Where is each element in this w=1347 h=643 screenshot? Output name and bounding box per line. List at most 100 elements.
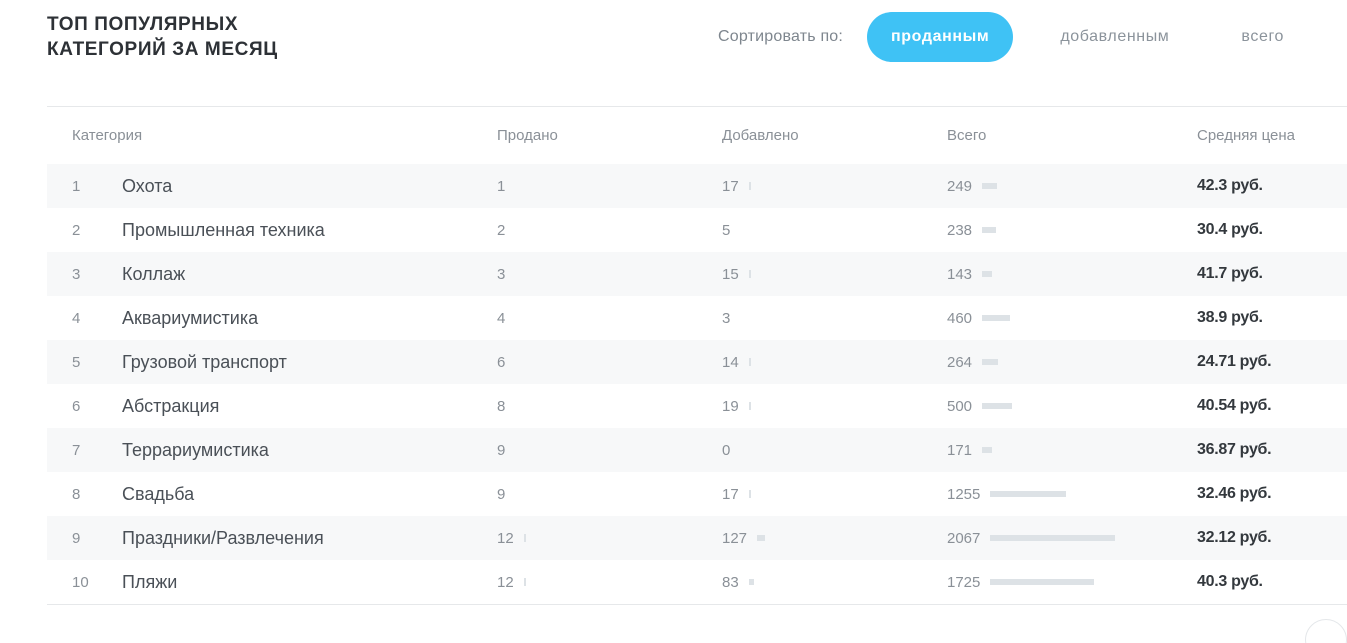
- sold-count-value: 9: [497, 441, 506, 459]
- total-count-value: 1255: [947, 485, 981, 503]
- row-rank: 1: [72, 164, 80, 208]
- added-count-value: 19: [722, 397, 739, 415]
- row-rank-value: 3: [72, 265, 81, 283]
- category-name-link[interactable]: Праздники/Развлечения: [122, 516, 324, 560]
- added-bar: [748, 270, 751, 278]
- popular-categories-page: ТОП ПОПУЛЯРНЫХ КАТЕГОРИЙ ЗА МЕСЯЦ Сортир…: [0, 0, 1347, 643]
- table-row[interactable]: 9 Праздники/Развлечения 12 127 2067 32.12 руб…: [47, 516, 1347, 560]
- added-bar: [748, 579, 754, 585]
- table-row[interactable]: 7 Террариумистика 9 0 171 36.87 руб.: [47, 428, 1347, 472]
- average-price-value: 42.3 руб.: [1197, 177, 1263, 194]
- sold-count-value: 1: [497, 177, 506, 195]
- added-count-value: 5: [722, 221, 731, 239]
- sort-by-total-button[interactable]: всего: [1217, 12, 1308, 62]
- total-count-value: 143: [947, 265, 973, 283]
- added-count: 17: [722, 164, 751, 208]
- table-row[interactable]: 5 Грузовой транспорт 6 14 264 24.71 руб.: [47, 340, 1347, 384]
- total-count: 2067: [947, 516, 1116, 560]
- category-name-link-value: Пляжи: [122, 571, 178, 592]
- total-count: 238: [947, 208, 997, 252]
- added-count-value: 127: [722, 529, 748, 547]
- total-bar: [990, 491, 1067, 497]
- table-row[interactable]: 8 Свадьба 9 17 1255 32.46 руб.: [47, 472, 1347, 516]
- total-count-value: 264: [947, 353, 973, 371]
- total-bar: [982, 359, 999, 365]
- category-name-link[interactable]: Пляжи: [122, 560, 177, 604]
- average-price: 38.9 руб.: [1197, 296, 1263, 340]
- sold-count: 6: [497, 340, 505, 384]
- sold-count: 2: [497, 208, 505, 252]
- categories-table: Категория Продано Добавлено Всего Средня…: [47, 106, 1347, 605]
- added-count: 3: [722, 296, 730, 340]
- sold-bar: [523, 578, 526, 586]
- column-header-category[interactable]: Категория: [72, 107, 142, 164]
- average-price: 24.71 руб.: [1197, 340, 1272, 384]
- category-name-link-value: Праздники/Развлечения: [122, 527, 324, 548]
- added-count-value: 83: [722, 573, 739, 591]
- category-name-link[interactable]: Свадьба: [122, 472, 194, 516]
- average-price: 36.87 руб.: [1197, 428, 1272, 472]
- category-name-link[interactable]: Промышленная техника: [122, 208, 325, 252]
- row-rank-value: 5: [72, 353, 81, 371]
- row-rank-value: 1: [72, 177, 81, 195]
- total-count-value: 2067: [947, 529, 981, 547]
- category-name-link[interactable]: Охота: [122, 164, 172, 208]
- total-count: 143: [947, 252, 993, 296]
- scroll-to-top-button[interactable]: [1305, 619, 1347, 643]
- average-price: 42.3 руб.: [1197, 164, 1263, 208]
- category-name-link-value: Абстракция: [122, 395, 220, 416]
- total-count-value: 1725: [947, 573, 981, 591]
- average-price: 32.46 руб.: [1197, 472, 1272, 516]
- table-row[interactable]: 6 Абстракция 8 19 500 40.54 руб.: [47, 384, 1347, 428]
- sort-by-sold-button[interactable]: проданным: [867, 12, 1014, 62]
- row-rank: 10: [72, 560, 89, 604]
- total-count: 460: [947, 296, 1011, 340]
- table-row[interactable]: 2 Промышленная техника 2 5 238 30.4 руб.: [47, 208, 1347, 252]
- average-price: 40.3 руб.: [1197, 560, 1263, 604]
- category-name-link[interactable]: Коллаж: [122, 252, 185, 296]
- column-header-sold[interactable]: Продано: [497, 107, 558, 164]
- total-bar: [990, 535, 1116, 541]
- row-rank: 9: [72, 516, 80, 560]
- total-count-value: 249: [947, 177, 973, 195]
- sort-by-added-button[interactable]: добавленным: [1036, 12, 1193, 62]
- column-header-added[interactable]: Добавлено: [722, 107, 799, 164]
- category-name-link[interactable]: Грузовой транспорт: [122, 340, 287, 384]
- column-header-total[interactable]: Всего: [947, 107, 986, 164]
- total-count: 500: [947, 384, 1013, 428]
- row-rank-value: 9: [72, 529, 81, 547]
- row-rank-value: 7: [72, 441, 81, 459]
- total-count-value: 460: [947, 309, 973, 327]
- table-row[interactable]: 10 Пляжи 12 83 1725 40.3 руб.: [47, 560, 1347, 604]
- column-header-average-price[interactable]: Средняя цена: [1197, 107, 1295, 164]
- average-price-value: 24.71 руб.: [1197, 353, 1272, 370]
- average-price-value: 30.4 руб.: [1197, 221, 1263, 238]
- added-count: 0: [722, 428, 730, 472]
- total-count: 249: [947, 164, 998, 208]
- added-bar: [748, 490, 751, 498]
- added-count: 17: [722, 472, 751, 516]
- sold-count-value: 2: [497, 221, 506, 239]
- sold-count: 12: [497, 516, 526, 560]
- table-row[interactable]: 3 Коллаж 3 15 143 41.7 руб.: [47, 252, 1347, 296]
- category-name-link-value: Промышленная техника: [122, 219, 325, 240]
- category-name-link[interactable]: Абстракция: [122, 384, 219, 428]
- average-price-value: 41.7 руб.: [1197, 265, 1263, 282]
- sold-count: 8: [497, 384, 505, 428]
- table-row[interactable]: 1 Охота 1 17 249 42.3 руб.: [47, 164, 1347, 208]
- row-rank: 7: [72, 428, 80, 472]
- total-count: 1255: [947, 472, 1067, 516]
- added-bar: [757, 535, 766, 541]
- total-bar: [990, 579, 1095, 585]
- page-title: ТОП ПОПУЛЯРНЫХ КАТЕГОРИЙ ЗА МЕСЯЦ: [47, 12, 278, 62]
- total-bar: [982, 403, 1013, 409]
- category-name-link-value: Грузовой транспорт: [122, 351, 287, 372]
- category-name-link[interactable]: Аквариумистика: [122, 296, 258, 340]
- category-name-link-value: Аквариумистика: [122, 307, 259, 328]
- added-count: 14: [722, 340, 751, 384]
- total-bar: [982, 271, 993, 277]
- table-row[interactable]: 4 Аквариумистика 4 3 460 38.9 руб.: [47, 296, 1347, 340]
- sold-count-value: 4: [497, 309, 506, 327]
- category-name-link[interactable]: Террариумистика: [122, 428, 269, 472]
- sort-label: Сортировать по:: [718, 28, 844, 45]
